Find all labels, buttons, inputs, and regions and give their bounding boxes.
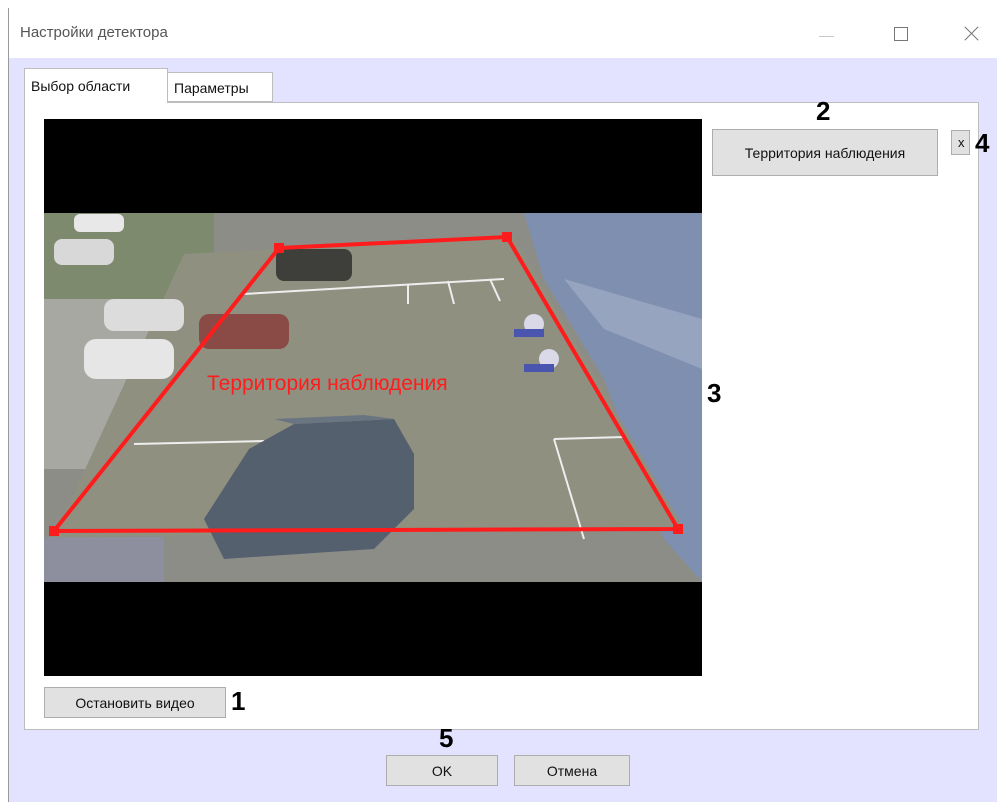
close-icon[interactable] — [957, 18, 987, 48]
callout-1: 1 — [231, 686, 246, 716]
callout-3: 3 — [707, 378, 722, 408]
callout-4: 4 — [975, 128, 990, 158]
clipped-header-text — [0, 0, 997, 6]
ok-button[interactable]: OK — [386, 755, 498, 786]
tab-parameters[interactable]: Параметры — [167, 72, 273, 102]
zone-handle[interactable] — [673, 524, 683, 534]
zone-handle[interactable] — [49, 526, 59, 536]
zone-select-button[interactable]: Территория наблюдения — [712, 129, 938, 176]
minimize-icon[interactable] — [812, 18, 842, 48]
tab-area-selection[interactable]: Выбор области — [24, 68, 168, 103]
zone-handle[interactable] — [274, 243, 284, 253]
title-bar: Настройки детектора — [9, 8, 997, 58]
remove-zone-button[interactable]: x — [951, 130, 970, 155]
video-preview[interactable]: Территория наблюдения — [44, 119, 702, 676]
zone-label: Территория наблюдения — [207, 372, 448, 395]
window-title: Настройки детектора — [20, 24, 168, 41]
callout-2: 2 — [816, 96, 831, 126]
camera-frame — [44, 119, 702, 676]
stop-video-button[interactable]: Остановить видео — [44, 687, 226, 718]
zone-handle[interactable] — [502, 232, 512, 242]
maximize-icon[interactable] — [887, 18, 917, 48]
callout-5: 5 — [439, 723, 454, 753]
cancel-button[interactable]: Отмена — [514, 755, 630, 786]
